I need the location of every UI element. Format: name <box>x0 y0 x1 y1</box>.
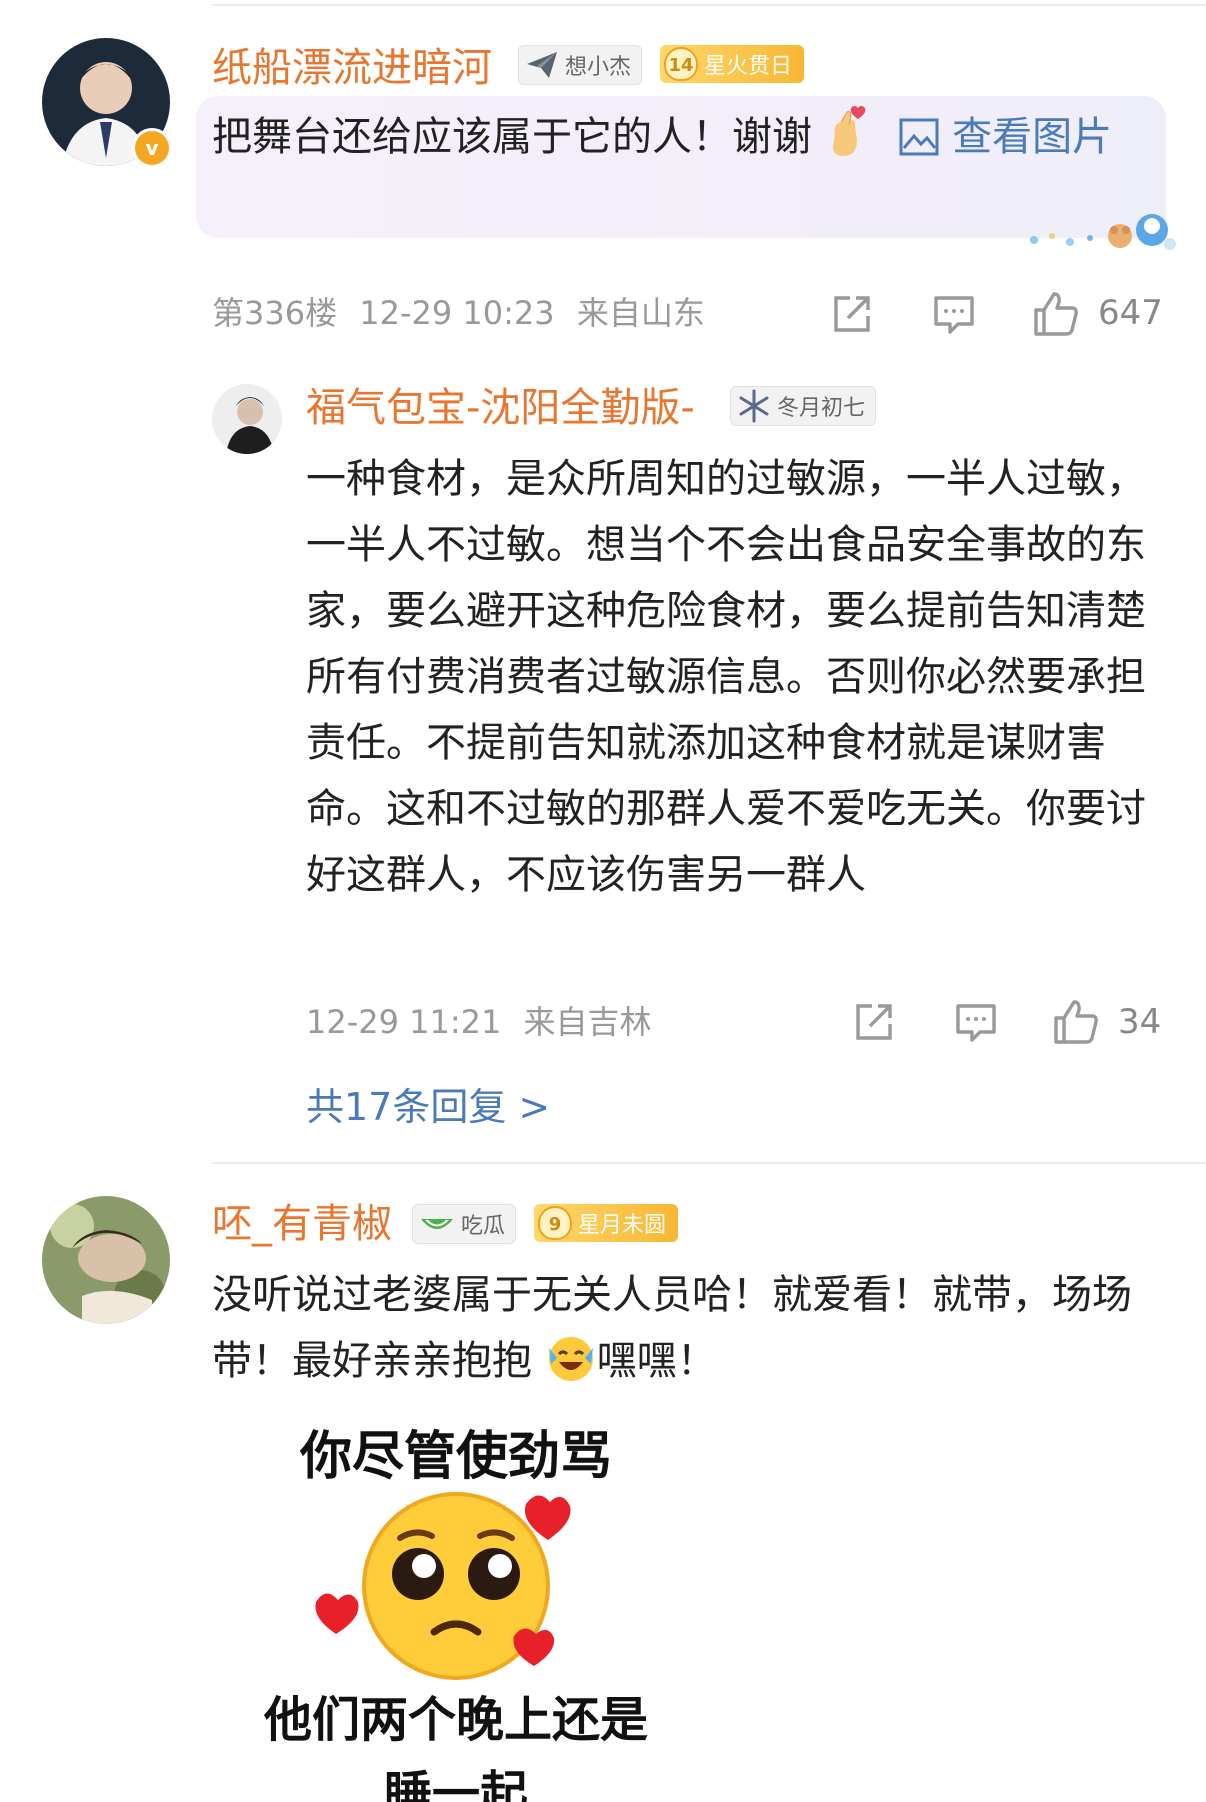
view-image-label: 查看图片 <box>952 114 1113 160</box>
timestamp: 12-29 11:21 <box>306 1003 502 1041</box>
meme-caption-bottom: 他们两个晚上还是 <box>263 1692 648 1748</box>
username[interactable]: 呸_有青椒 <box>212 1200 392 1248</box>
level-label: 星火贯日 <box>704 54 793 79</box>
avatar[interactable] <box>212 384 282 454</box>
bubble-decoration-icon <box>1030 214 1176 250</box>
level-label: 星月未圆 <box>578 1213 667 1238</box>
watermelon-icon <box>419 1209 455 1239</box>
location: 来自山东 <box>576 294 705 332</box>
fan-badge[interactable]: 想小杰 <box>518 45 643 85</box>
snowflake-icon <box>737 389 771 423</box>
share-icon[interactable] <box>852 1000 896 1044</box>
level-number: 14 <box>664 47 698 81</box>
badge-label: 吃瓜 <box>461 1214 506 1239</box>
cry-laugh-emoji <box>545 1332 597 1384</box>
fingers-heart-emoji <box>825 104 869 156</box>
level-number: 9 <box>538 1206 572 1240</box>
location: 来自吉林 <box>523 1003 652 1041</box>
comment-text: 一种食材，是众所周知的过敏源，一半人过敏，一半人不过敏。想当个不会出食品安全事故… <box>306 456 1146 898</box>
image-icon <box>899 110 939 176</box>
avatar[interactable] <box>42 1196 170 1324</box>
badge-label: 冬月初七 <box>777 396 866 421</box>
floor-number: 第336楼 <box>212 294 338 332</box>
comment-body: 把舞台还给应该属于它的人！谢谢 <box>212 114 812 160</box>
meme-caption-top: 你尽管使劲骂 <box>299 1427 612 1487</box>
username[interactable]: 纸船漂流进暗河 <box>212 44 492 92</box>
level-badge[interactable]: 14 星火贯日 <box>660 45 805 83</box>
pleading-face-emoji <box>315 1492 571 1680</box>
comment-text: 把舞台还给应该属于它的人！谢谢 查看图片 <box>212 104 1152 176</box>
like-count: 34 <box>1118 1002 1162 1042</box>
comment-meta: 第336楼 12-29 10:23 来自山东 <box>212 293 705 333</box>
meme-image[interactable]: 你尽管使劲骂 他们两个晚上还是 睡一起 <box>212 1402 700 1802</box>
comment-meta: 12-29 11:21 来自吉林 <box>306 1002 652 1042</box>
level-badge[interactable]: 9 星月未圆 <box>534 1204 679 1242</box>
season-badge[interactable]: 冬月初七 <box>730 386 877 426</box>
paper-plane-icon <box>525 50 559 80</box>
meme-caption-cut: 睡一起 <box>383 1766 528 1802</box>
view-replies-link[interactable]: 共17条回复 > <box>306 1084 550 1130</box>
verified-icon: v <box>132 128 172 168</box>
timestamp: 12-29 10:23 <box>359 294 555 332</box>
comment-divider <box>212 1162 1206 1164</box>
top-divider <box>212 4 1206 6</box>
like-count: 647 <box>1098 293 1163 333</box>
comment-suffix: 嘿嘿！ <box>596 1338 717 1384</box>
thumbs-up-icon[interactable] <box>1032 290 1080 338</box>
comment-text: 没听说过老婆属于无关人员哈！就爱看！就带，场场带！最好亲亲抱抱 嘿嘿！ <box>212 1262 1152 1394</box>
share-icon[interactable] <box>830 292 874 336</box>
comment-icon[interactable] <box>954 1000 998 1044</box>
username[interactable]: 福气包宝-沈阳全勤版- <box>306 384 695 432</box>
thumbs-up-icon[interactable] <box>1052 998 1100 1046</box>
fan-badge[interactable]: 吃瓜 <box>412 1204 517 1244</box>
badge-label: 想小杰 <box>565 55 632 80</box>
comment-icon[interactable] <box>932 292 976 336</box>
view-image-link[interactable]: 查看图片 <box>899 114 1112 160</box>
